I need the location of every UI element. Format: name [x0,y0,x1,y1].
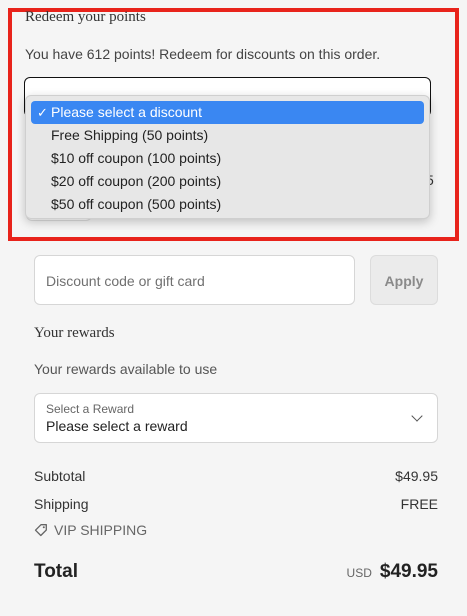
discount-dropdown-menu: ✓ Please select a discount Free Shipping… [25,95,430,219]
rewards-title: Your rewards [34,325,115,341]
dropdown-option[interactable]: $50 off coupon (500 points) [31,193,424,216]
discount-code-input[interactable]: Discount code or gift card [34,255,355,305]
subtotal-value: $49.95 [395,468,438,484]
option-label: $50 off coupon (500 points) [51,196,222,212]
total-value: $49.95 [379,561,438,582]
chevron-down-icon [411,410,423,422]
subtotal-label: Subtotal [34,468,86,484]
dropdown-option[interactable]: $20 off coupon (200 points) [31,170,424,193]
apply-button[interactable]: Apply [370,255,438,305]
reward-select[interactable]: Select a Reward Please select a reward [34,393,438,443]
shipping-value: FREE [400,496,438,512]
currency-code: USD [346,566,372,580]
rewards-description: Your rewards available to use [34,361,218,377]
option-label: $10 off coupon (100 points) [51,150,222,166]
option-label: Please select a discount [51,104,202,120]
vip-shipping-label: VIP SHIPPING [54,522,148,538]
total-amount: USD $49.95 [347,561,438,583]
redeem-title: Redeem your points [25,9,146,25]
total-label: Total [34,561,78,582]
dropdown-option[interactable]: ✓ Please select a discount [31,101,424,124]
tag-icon [34,523,48,537]
dropdown-option[interactable]: $10 off coupon (100 points) [31,147,424,170]
option-label: Free Shipping (50 points) [51,127,209,143]
redeem-description: You have 612 points! Redeem for discount… [25,46,381,62]
reward-select-caption: Select a Reward [46,402,135,416]
dropdown-option[interactable]: Free Shipping (50 points) [31,124,424,147]
shipping-label: Shipping [34,496,89,512]
option-label: $20 off coupon (200 points) [51,173,222,189]
vip-shipping-discount: VIP SHIPPING [34,522,147,538]
checkmark-icon: ✓ [37,105,48,120]
reward-select-value: Please select a reward [46,418,188,434]
